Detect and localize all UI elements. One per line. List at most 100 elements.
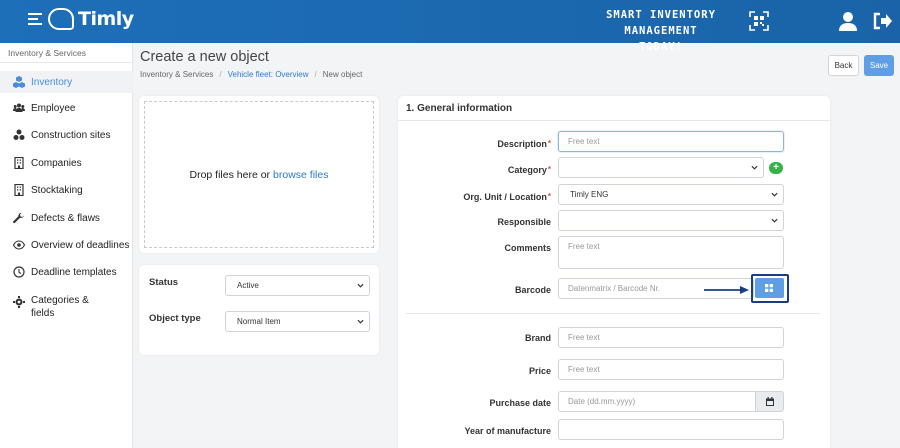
slogan-line-1: SMART INVENTORY <box>606 9 716 21</box>
qr-scan-icon[interactable] <box>749 11 769 31</box>
section-divider <box>398 120 829 121</box>
users-icon <box>13 103 25 112</box>
sidebar-item-categories[interactable]: Categories & fields <box>0 294 133 320</box>
breadcrumb: Inventory & Services / Vehicle fleet: Ov… <box>140 70 362 79</box>
status-label: Status <box>149 277 179 288</box>
org-unit-label-text: Org. Unit / Location <box>463 192 547 202</box>
cubes-icon <box>13 76 25 88</box>
sidebar-item-deadlines[interactable]: Overview of deadlines <box>0 239 133 252</box>
cog-icon <box>13 296 25 308</box>
logout-icon[interactable] <box>872 11 892 31</box>
price-placeholder: Free text <box>568 365 600 374</box>
save-button[interactable]: Save <box>864 55 894 76</box>
price-label: Price <box>528 366 551 376</box>
breadcrumb-separator: / <box>219 70 222 79</box>
comments-textarea[interactable]: Free text <box>558 236 784 269</box>
description-placeholder: Free text <box>568 137 600 146</box>
calendar-button[interactable] <box>756 391 784 412</box>
sidebar-item-label: Categories & fields <box>31 295 89 319</box>
year-label: Year of manufacture <box>464 426 551 436</box>
sidebar-item-label: Employee <box>31 103 76 114</box>
building-icon <box>14 184 24 196</box>
sidebar-item-defects[interactable]: Defects & flaws <box>0 212 133 225</box>
sidebar-item-label: Deadline templates <box>31 267 117 278</box>
description-label-text: Description <box>497 139 547 149</box>
brand-label: Brand <box>524 333 551 343</box>
logo-speed-lines <box>28 13 42 25</box>
status-select[interactable]: Active <box>225 275 370 296</box>
logo-mark-icon <box>48 8 74 30</box>
org-unit-select[interactable]: Timly ENG <box>558 184 784 205</box>
comments-placeholder: Free text <box>568 242 600 251</box>
chevron-down-icon <box>751 165 758 170</box>
required-asterisk: * <box>547 192 551 201</box>
required-asterisk: * <box>547 165 551 174</box>
object-type-label: Object type <box>149 313 201 324</box>
comments-label: Comments <box>504 243 551 253</box>
brand-input[interactable]: Free text <box>558 327 784 348</box>
brand-placeholder: Free text <box>568 333 600 342</box>
clock-icon <box>13 266 25 278</box>
chevron-down-icon <box>357 283 364 288</box>
chevron-down-icon <box>771 218 778 223</box>
dropzone-text: Drop files here or <box>189 168 271 181</box>
purchase-date-input[interactable]: Date (dd.mm.yyyy) <box>558 391 756 412</box>
sidebar-item-label: Stocktaking <box>31 185 83 196</box>
grid-icon <box>765 284 773 292</box>
arrow-right-icon <box>704 286 749 294</box>
year-input[interactable] <box>558 419 784 440</box>
category-select[interactable] <box>558 157 764 178</box>
sidebar-item-stocktaking[interactable]: Stocktaking <box>0 184 133 197</box>
price-input[interactable]: Free text <box>558 359 784 380</box>
required-asterisk: * <box>547 139 551 148</box>
responsible-select[interactable] <box>558 210 784 231</box>
sites-icon <box>13 129 25 140</box>
org-unit-value: Timly ENG <box>570 190 609 199</box>
browse-files-link[interactable]: browse files <box>273 169 328 181</box>
add-category-button[interactable]: + <box>769 162 783 174</box>
calendar-icon <box>766 397 774 406</box>
user-icon[interactable] <box>838 11 858 31</box>
object-type-select[interactable]: Normal Item <box>225 311 370 332</box>
category-label-text: Category <box>507 165 547 175</box>
timly-logo[interactable]: Timly <box>28 8 134 30</box>
category-label: Category* <box>401 165 551 175</box>
building-icon <box>14 157 24 169</box>
org-unit-label: Org. Unit / Location* <box>401 192 551 202</box>
sidebar-item-label: Overview of deadlines <box>31 240 130 251</box>
eye-icon <box>13 240 25 250</box>
barcode-label: Barcode <box>514 285 551 295</box>
logo-text: Timly <box>78 8 134 30</box>
sidebar-item-inventory[interactable]: Inventory <box>0 71 133 93</box>
sidebar-item-label: Inventory <box>31 77 73 88</box>
sidebar-item-deadline-templates[interactable]: Deadline templates <box>0 266 133 279</box>
purchase-date-label: Purchase date <box>489 398 551 408</box>
back-button[interactable]: Back <box>828 55 859 76</box>
slogan-line-2: MANAGEMENT TODAY! <box>624 25 698 53</box>
breadcrumb-current: New object <box>322 70 363 79</box>
purchase-date-placeholder: Date (dd.mm.yyyy) <box>568 397 636 406</box>
description-input[interactable]: Free text <box>558 131 784 152</box>
sidebar-item-label: Companies <box>31 158 82 169</box>
sidebar-breadcrumb: Inventory & Services <box>0 43 132 63</box>
sidebar-item-construction-sites[interactable]: Construction sites <box>0 129 133 142</box>
status-value: Active <box>237 281 259 290</box>
chevron-down-icon <box>771 192 778 197</box>
barcode-scan-button[interactable] <box>755 278 784 298</box>
barcode-placeholder: Datenmatrix / Barcode Nr. <box>568 284 661 293</box>
sidebar-item-employee[interactable]: Employee <box>0 102 133 115</box>
responsible-label: Responsible <box>497 217 551 227</box>
sidebar-item-companies[interactable]: Companies <box>0 157 133 170</box>
sidebar-item-label: Construction sites <box>31 130 111 141</box>
object-type-value: Normal Item <box>237 317 281 326</box>
chevron-down-icon <box>357 319 364 324</box>
breadcrumb-item[interactable]: Inventory & Services <box>140 70 213 79</box>
file-dropzone[interactable]: Drop files here or browse files <box>144 101 374 248</box>
breadcrumb-link[interactable]: Vehicle fleet: Overview <box>228 70 309 79</box>
description-label: Description* <box>401 139 551 149</box>
wrench-icon <box>13 212 24 224</box>
sidebar-item-label: Defects & flaws <box>31 213 100 224</box>
breadcrumb-separator: / <box>314 70 317 79</box>
top-bar: Timly SMART INVENTORY MANAGEMENT TODAY! <box>0 0 900 53</box>
slogan: SMART INVENTORY MANAGEMENT TODAY! <box>600 7 722 55</box>
